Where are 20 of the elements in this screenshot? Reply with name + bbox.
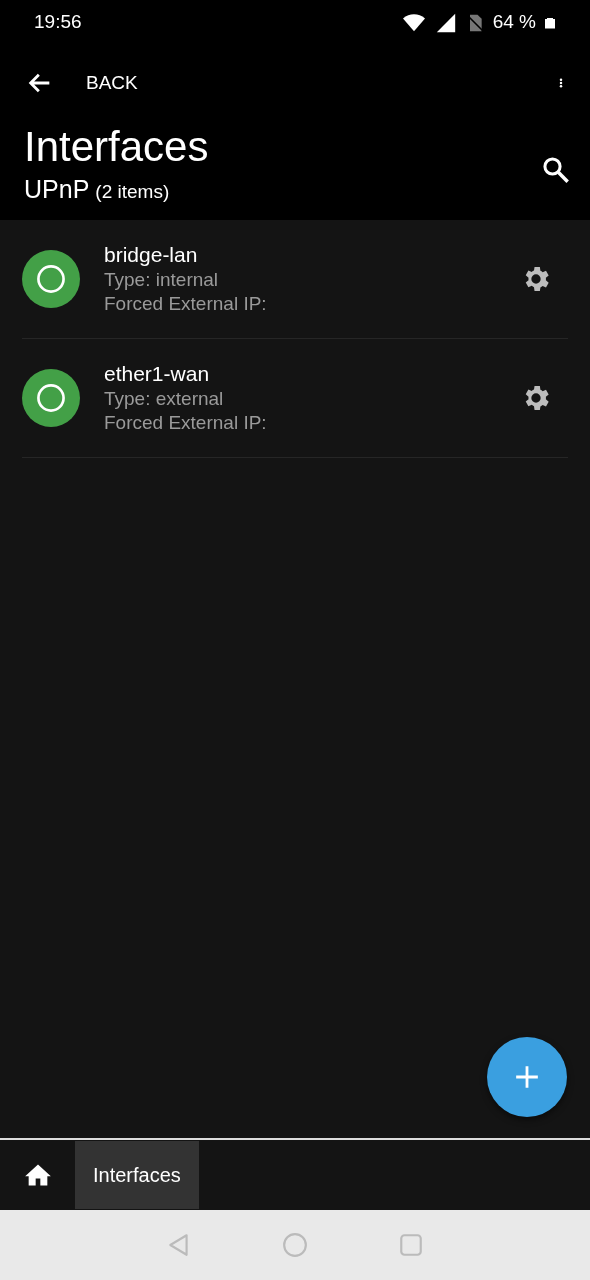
item-count: (2 items) [95, 179, 170, 204]
page-title: Interfaces [24, 124, 210, 171]
status-icon [22, 369, 80, 427]
search-icon [542, 156, 570, 184]
interface-type: Type: external [104, 387, 225, 412]
breadcrumb-tab[interactable]: Interfaces [75, 1141, 199, 1209]
wifi-icon [400, 11, 427, 34]
forced-ip-label: Forced External IP: [104, 411, 268, 435]
status-icon [22, 250, 80, 308]
signal-icon [434, 11, 457, 34]
back-button[interactable]: BACK [26, 68, 138, 98]
plus-icon [514, 1064, 540, 1090]
clock-text: 19:56 [34, 10, 82, 35]
search-button[interactable] [542, 156, 570, 184]
interface-name[interactable]: ether1-wan [104, 361, 520, 388]
page-subtitle: UPnP [24, 173, 90, 205]
battery-text: 64 % [492, 10, 536, 35]
interface-name[interactable]: bridge-lan [104, 242, 520, 269]
forced-ip-label: Forced External IP: [104, 292, 268, 316]
interface-type: Type: internal [104, 268, 220, 293]
